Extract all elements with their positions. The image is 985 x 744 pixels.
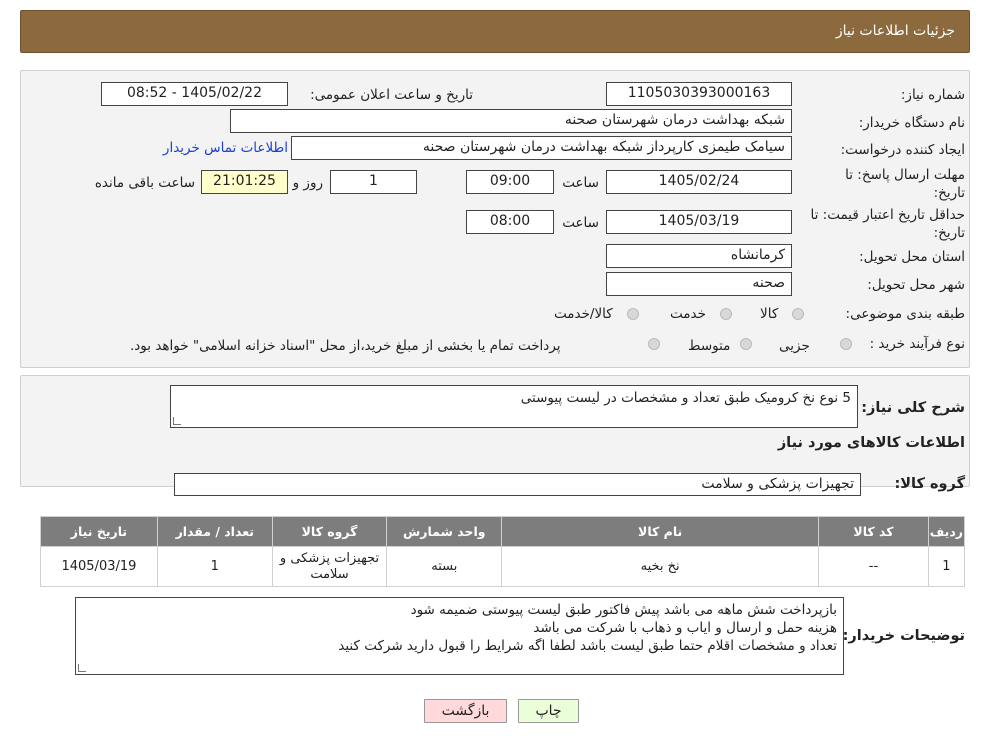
province-label: استان محل تحویل: (859, 249, 965, 265)
buyer-note-line: هزینه حمل و ارسال و ایاب و ذهاب با شرکت … (533, 620, 837, 636)
goods-group-label: گروه کالا: (894, 476, 965, 492)
category-option-goods: کالا (760, 306, 779, 322)
col-row: ردیف (927, 516, 966, 547)
category-label: طبقه بندی موضوعی: (845, 306, 965, 322)
process-radio-minor[interactable] (840, 338, 852, 350)
description-label: شرح کلی نیاز: (861, 400, 965, 416)
city-label: شهر محل تحویل: (867, 277, 965, 293)
page-header: جزئیات اطلاعات نیاز (20, 10, 970, 53)
province-field: کرمانشاه (606, 244, 792, 268)
reply-time-label: ساعت (562, 175, 599, 191)
process-label: نوع فرآیند خرید : (869, 336, 965, 352)
remaining-time-field: 21:01:25 (201, 170, 288, 194)
cell-row: 1 (927, 546, 966, 587)
city-field: صحنه (606, 272, 792, 296)
buyer-org-field: شبکه بهداشت درمان شهرستان صحنه (230, 109, 792, 133)
col-group: گروه کالا (271, 516, 388, 547)
page-title: جزئیات اطلاعات نیاز (835, 23, 955, 39)
price-validity-date-field: 1405/03/19 (606, 210, 792, 234)
col-name: نام کالا (501, 516, 820, 547)
description-text: 5 نوع نخ کرومیک طبق تعداد و مشخصات در لی… (520, 390, 851, 406)
back-button[interactable]: بازگشت (424, 699, 507, 723)
print-button[interactable]: چاپ (518, 699, 579, 723)
process-note: پرداخت تمام یا بخشی از مبلغ خرید،از محل … (130, 338, 561, 354)
remaining-label: ساعت باقی مانده (94, 175, 195, 191)
process-checkbox-treasury[interactable] (648, 338, 660, 350)
requester-label: ایجاد کننده درخواست: (840, 142, 965, 158)
price-time-label: ساعت (562, 215, 599, 231)
category-option-service: خدمت (670, 306, 706, 322)
price-validity-label: حداقل تاریخ اعتبار قیمت: تا تاریخ: (810, 207, 965, 241)
need-number-field: 1105030393000163 (606, 82, 792, 106)
col-unit: واحد شمارش (386, 516, 503, 547)
category-radio-service[interactable] (720, 308, 732, 320)
cell-group: تجهیزات پزشکی و سلامت (271, 546, 388, 587)
cell-name: نخ بخیه (501, 546, 820, 587)
cell-code: -- (818, 546, 929, 587)
days-field: 1 (330, 170, 417, 194)
col-need-date: تاریخ نیاز (40, 516, 158, 547)
description-textarea[interactable]: 5 نوع نخ کرومیک طبق تعداد و مشخصات در لی… (170, 385, 858, 428)
reply-deadline-label: مهلت ارسال پاسخ: تا تاریخ: (845, 167, 965, 201)
category-option-goods-service: کالا/خدمت (554, 306, 613, 322)
need-number-label: شماره نیاز: (900, 87, 965, 103)
buyer-note-line: بازپرداخت شش ماهه می باشد پیش فاکتور طبق… (410, 602, 837, 618)
goods-info-title: اطلاعات کالاهای مورد نیاز (777, 435, 965, 451)
items-table: ردیف کد کالا نام کالا واحد شمارش گروه کا… (40, 516, 966, 587)
category-radio-goods[interactable] (792, 308, 804, 320)
buyer-notes-label: توضیحات خریدار: (842, 628, 965, 644)
process-option-minor: جزیی (779, 338, 810, 354)
cell-quantity: 1 (156, 546, 273, 587)
cell-unit: بسته (386, 546, 503, 587)
days-label: روز و (292, 175, 323, 191)
buyer-note-line: تعداد و مشخصات اقلام حتما طبق لیست باشد … (338, 638, 837, 654)
goods-group-field: تجهیزات پزشکی و سلامت (174, 473, 861, 496)
reply-deadline-date-field: 1405/02/24 (606, 170, 792, 194)
col-code: کد کالا (818, 516, 929, 547)
requester-field: سیامک طیمزی کارپرداز شبکه بهداشت درمان ش… (291, 136, 792, 160)
resize-grip-icon[interactable] (173, 417, 181, 425)
resize-grip-icon[interactable] (78, 664, 86, 672)
cell-need-date: 1405/03/19 (40, 546, 158, 587)
table-row: 1 -- نخ بخیه بسته تجهیزات پزشکی و سلامت … (40, 546, 966, 587)
table-header-row: ردیف کد کالا نام کالا واحد شمارش گروه کا… (40, 516, 966, 547)
announce-datetime-field: 1405/02/22 - 08:52 (101, 82, 288, 106)
buyer-org-label: نام دستگاه خریدار: (858, 115, 965, 131)
process-option-medium: متوسط (688, 338, 731, 354)
price-validity-time-field: 08:00 (466, 210, 554, 234)
col-quantity: تعداد / مقدار (156, 516, 273, 547)
buyer-notes-textarea[interactable]: بازپرداخت شش ماهه می باشد پیش فاکتور طبق… (75, 597, 844, 675)
reply-deadline-time-field: 09:00 (466, 170, 554, 194)
category-radio-goods-service[interactable] (627, 308, 639, 320)
process-radio-medium[interactable] (740, 338, 752, 350)
buyer-contact-link[interactable]: اطلاعات تماس خریدار (163, 140, 288, 156)
announce-datetime-label: تاریخ و ساعت اعلان عمومی: (310, 87, 473, 103)
